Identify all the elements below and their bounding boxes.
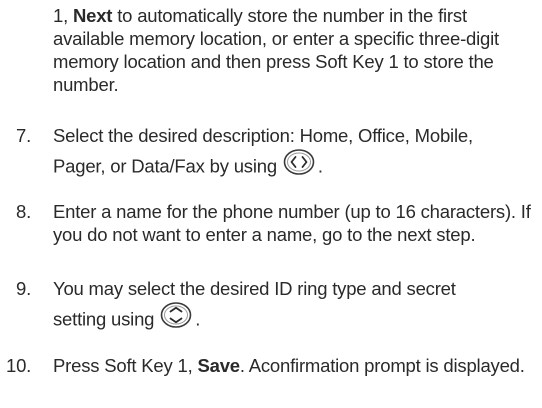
left-right-navigation-key-icon (282, 148, 316, 181)
continuation-text-a: 1, (53, 5, 73, 26)
up-down-navigation-key-icon (159, 301, 193, 334)
step-number: 8. (16, 201, 32, 222)
step-6-continuation: 1, Next to automatically store the numbe… (53, 4, 538, 96)
manual-page: 1, Next to automatically store the numbe… (0, 0, 542, 408)
step-number: 7. (16, 125, 32, 146)
step-number: 10. (6, 355, 32, 376)
step-10-text: Press Soft Key 1, Save. Aconfirmation pr… (53, 355, 525, 376)
step-7-line-1: Select the desired description: Home, Of… (53, 125, 473, 146)
step-8-text: Enter a name for the phone number (up to… (53, 201, 531, 245)
continuation-text-c: to automatically store the number in the… (53, 5, 499, 95)
step-text: You may select the desired ID ring type … (53, 277, 538, 334)
next-key-label: Next (72, 5, 113, 26)
save-key-label: Save (197, 355, 240, 376)
step-9-line-1: You may select the desired ID ring type … (53, 278, 456, 299)
step-number: 9. (16, 278, 32, 299)
step-7-line-2: Pager, or Data/Fax by using . (53, 149, 538, 181)
step-text: Select the desired description: Home, Of… (53, 124, 538, 181)
step-9-line-2: setting using . (53, 302, 538, 334)
